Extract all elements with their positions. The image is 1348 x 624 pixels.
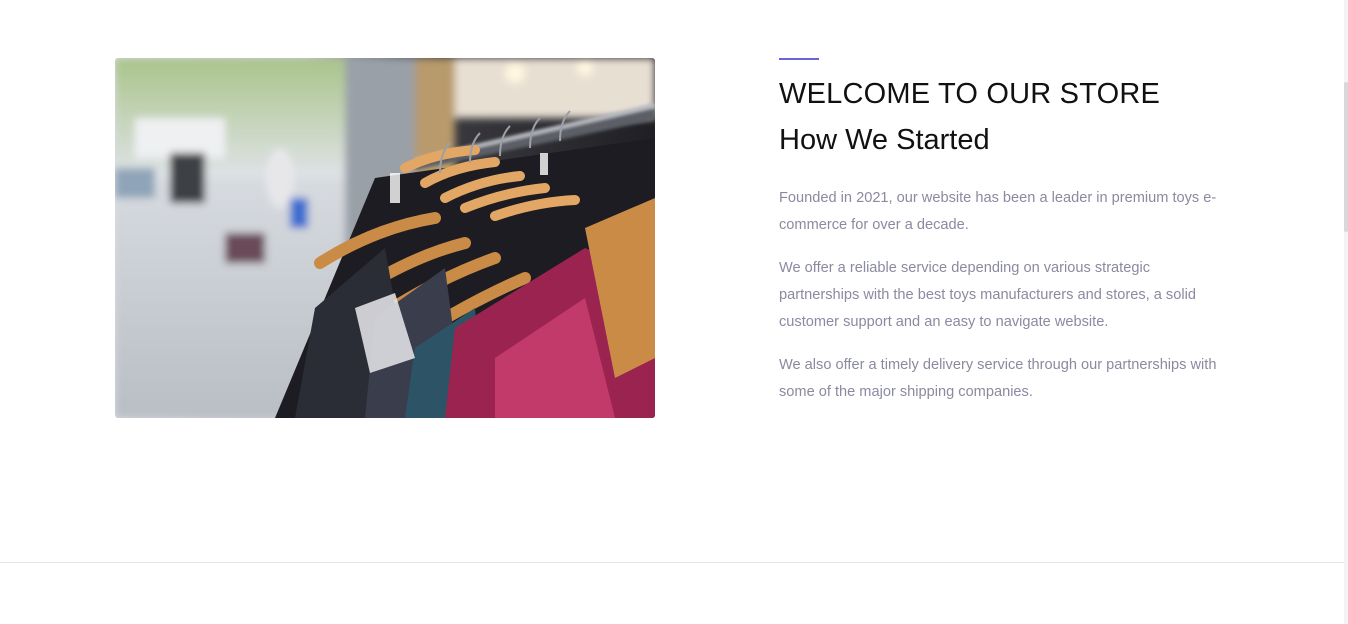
page: WELCOME TO OUR STORE How We Started Foun…: [0, 0, 1348, 624]
about-content: WELCOME TO OUR STORE How We Started Foun…: [779, 58, 1219, 406]
scrollbar[interactable]: [1344, 0, 1348, 624]
scrollbar-thumb[interactable]: [1344, 82, 1348, 232]
paragraph-service: We offer a reliable service depending on…: [779, 260, 1196, 330]
accent-line: [779, 58, 819, 60]
store-photo: [115, 58, 655, 418]
paragraph-founded: Founded in 2021, our website has been a …: [779, 190, 1217, 233]
section-title: How We Started: [779, 124, 990, 156]
section-eyebrow-title: WELCOME TO OUR STORE: [779, 78, 1161, 110]
paragraph-delivery: We also offer a timely delivery service …: [779, 357, 1217, 400]
section-divider: [0, 562, 1344, 563]
